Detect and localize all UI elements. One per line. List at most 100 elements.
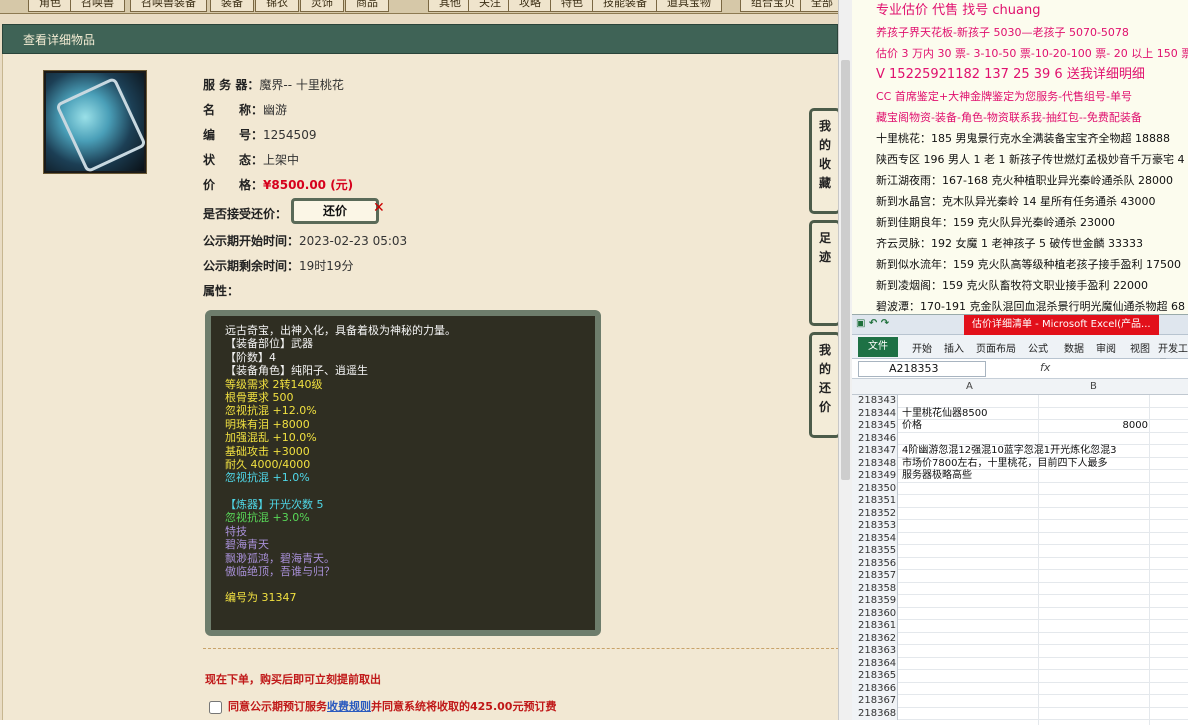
cell-a[interactable]: 市场价7800左右，十里桃花，目前四下人最多 [902,458,1107,470]
counter-offer-button[interactable]: 还价 [291,198,379,224]
row-number[interactable]: 218363 [852,645,898,658]
save-icon[interactable]: ▣ ↶ ↷ [856,318,889,329]
nav-tab[interactable]: 召唤兽 [70,0,125,12]
row-number[interactable]: 218356 [852,557,898,570]
row-number[interactable]: 218349 [852,470,898,483]
row-price: 价 格：¥8500.00 (元) [203,176,353,193]
row-number[interactable]: 218366 [852,682,898,695]
row-number[interactable]: 218347 [852,445,898,458]
fee-rules-link[interactable]: 收费规则 [327,700,371,713]
column-a-header[interactable]: A [966,381,973,392]
nav-tab[interactable]: 召唤兽装备 [130,0,207,12]
nav-tab[interactable]: 灵饰 [300,0,344,12]
ribbon-tab[interactable]: 开始 [912,340,932,355]
row-number[interactable]: 218360 [852,607,898,620]
sheet-row[interactable]: 218354 [852,532,1188,545]
row-number[interactable]: 218365 [852,670,898,683]
agree-checkbox[interactable] [209,700,222,714]
cell-a[interactable]: 十里桃花仙器8500 [902,408,987,420]
doc-line: 藏宝阁物资-装备-角色-物资联系我-抽红包--免费配装备 [876,111,1142,124]
sheet-row[interactable]: 218344 十里桃花仙器8500 [852,407,1188,420]
close-icon[interactable]: ✕ [373,200,385,216]
sheet-row[interactable]: 218360 [852,607,1188,620]
row-number[interactable]: 218344 [852,407,898,420]
cell-b[interactable]: 8000 [1038,420,1148,432]
row-number[interactable]: 218357 [852,570,898,583]
file-tab[interactable]: 文件 [858,337,898,357]
sheet-row[interactable]: 218350 [852,482,1188,495]
cell-a[interactable]: 价格 [902,420,922,432]
sheet-row[interactable]: 218347 4阶幽游忽混12强混10蓝字忽混1开光炼化忽混3 [852,445,1188,458]
nav-tab[interactable]: 技能装备 [592,0,658,12]
nav-tab[interactable]: 关注 [468,0,512,12]
sheet-row[interactable]: 218362 [852,632,1188,645]
ribbon-tab[interactable]: 插入 [944,340,964,355]
nav-tab[interactable]: 道具宝物 [656,0,722,12]
row-number[interactable]: 218346 [852,432,898,445]
nav-tab[interactable]: 角色 [28,0,72,12]
sheet-row[interactable]: 218343 [852,395,1188,408]
column-b-header[interactable]: B [1090,381,1097,392]
row-number[interactable]: 218343 [852,395,898,408]
sheet-row[interactable]: 218352 [852,507,1188,520]
row-number[interactable]: 218353 [852,520,898,533]
sheet-row[interactable]: 218363 [852,645,1188,658]
row-number[interactable]: 218361 [852,620,898,633]
nav-tab[interactable]: 组合宝贝 [740,0,806,12]
row-number[interactable]: 218358 [852,582,898,595]
ribbon-tab[interactable]: 公式 [1028,340,1048,355]
my-offers-tab[interactable]: 我的还价 [809,332,841,438]
sheet-row[interactable]: 218345 价格 8000 [852,420,1188,433]
ribbon-tab[interactable]: 页面布局 [976,340,1016,355]
sheet-row[interactable]: 218351 [852,495,1188,508]
sheet-row[interactable]: 218364 [852,657,1188,670]
row-number[interactable]: 218362 [852,632,898,645]
nav-tab[interactable]: 特色 [550,0,594,12]
row-number[interactable]: 218345 [852,420,898,433]
row-number[interactable]: 218359 [852,595,898,608]
sheet-row[interactable]: 218359 [852,595,1188,608]
row-number[interactable]: 218368 [852,707,898,720]
footprint-tab[interactable]: 足迹 [809,220,841,326]
sheet-grid[interactable]: 218343 218344 十里桃花仙器8500 218345 价格 8000 218346… [852,395,1188,725]
row-number[interactable]: 218355 [852,545,898,558]
pub-remain-value: 19时19分 [299,259,354,273]
page-scrollbar[interactable] [838,0,852,720]
sheet-row[interactable]: 218349 服务器极略高些 [852,470,1188,483]
name-box[interactable]: A218353 [858,361,986,377]
nav-tab[interactable]: 其他 [428,0,472,12]
sheet-row[interactable]: 218353 [852,520,1188,533]
row-number[interactable]: 218351 [852,495,898,508]
sheet-row[interactable]: 218361 [852,620,1188,633]
sheet-row[interactable]: 218346 [852,432,1188,445]
cell-a[interactable]: 4阶幽游忽混12强混10蓝字忽混1开光炼化忽混3 [902,445,1117,457]
ribbon-tab[interactable]: 视图 [1130,340,1150,355]
nav-tab[interactable]: 攻略 [508,0,552,12]
nav-tab[interactable]: 商品 [345,0,389,12]
sheet-row[interactable]: 218365 [852,670,1188,683]
sheet-row[interactable]: 218355 [852,545,1188,558]
row-number[interactable]: 218352 [852,507,898,520]
my-favorites-tab[interactable]: 我的收藏 [809,108,841,214]
cell-a[interactable]: 服务器极略高些 [902,470,972,482]
ribbon-tab[interactable]: 数据 [1064,340,1084,355]
row-number[interactable]: 218348 [852,457,898,470]
row-number[interactable]: 218350 [852,482,898,495]
sheet-row[interactable]: 218366 [852,682,1188,695]
nav-tab[interactable]: 锦衣 [255,0,299,12]
row-number[interactable]: 218367 [852,695,898,708]
sheet-row[interactable]: 218368 [852,707,1188,720]
scrollbar-thumb[interactable] [841,60,850,480]
row-pub-remain: 公示期剩余时间：19时19分 [203,257,354,274]
sheet-row[interactable]: 218367 [852,695,1188,708]
sheet-row[interactable]: 218357 [852,570,1188,583]
row-number[interactable]: 218354 [852,532,898,545]
sheet-row[interactable]: 218348 市场价7800左右，十里桃花，目前四下人最多 [852,457,1188,470]
row-number[interactable]: 218364 [852,657,898,670]
sheet-row[interactable]: 218358 [852,582,1188,595]
fx-label[interactable]: fx [1040,361,1050,374]
sheet-row[interactable]: 218356 [852,557,1188,570]
nav-tab[interactable]: 装备 [210,0,254,12]
status-value: 上架中 [263,153,300,167]
ribbon-tab[interactable]: 审阅 [1096,340,1116,355]
